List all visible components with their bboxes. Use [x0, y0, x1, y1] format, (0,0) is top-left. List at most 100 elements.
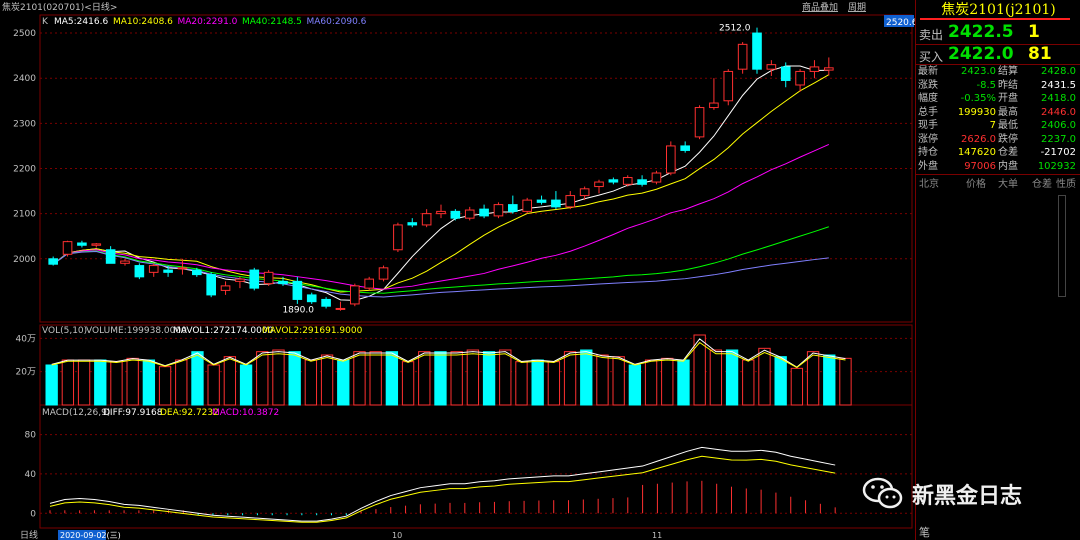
stat-value: 2423.0	[961, 66, 996, 77]
tick-tabs[interactable]: 北京 价格 大单 仓差 性质	[916, 175, 1080, 190]
candle-body	[436, 210, 446, 215]
volume-bar	[385, 351, 399, 406]
volume-bar	[742, 359, 755, 406]
candle-body	[263, 271, 274, 285]
stat-value: 2418.0	[1041, 93, 1076, 104]
stat-key: 涨停	[918, 133, 938, 145]
header-title: 焦炭2101(020701)<日线>	[2, 1, 117, 13]
sell-row: 卖出 2422.5 1	[916, 22, 1080, 46]
stat-value: -21702	[1040, 147, 1076, 158]
volume-bar	[774, 356, 787, 406]
candle-body	[177, 267, 188, 270]
stat-10: 涨停 2626.0	[918, 133, 996, 147]
current-price-label: 2520.6	[886, 18, 915, 28]
stat-key: 最新	[918, 66, 938, 77]
candle-body	[105, 249, 116, 264]
stat-6: 总手 199930	[918, 106, 996, 120]
volume-bar	[207, 364, 220, 406]
stat-key: 外盘	[918, 160, 938, 172]
candle-body	[148, 265, 159, 273]
price-tick: 2400	[13, 74, 36, 84]
buy-volume: 81	[1028, 44, 1052, 64]
candle-body	[709, 102, 719, 109]
stat-key: 昨结	[998, 79, 1018, 91]
month-tick: 10	[392, 531, 402, 540]
stat-value: 7	[989, 120, 996, 131]
stat-value: 2446.0	[1041, 106, 1076, 118]
stat-value: -0.35%	[960, 93, 996, 104]
volume-bar	[401, 361, 415, 406]
tab-location[interactable]: 北京	[919, 175, 939, 190]
candle-body	[809, 66, 820, 72]
volume-bar	[418, 351, 431, 406]
candle-body	[134, 265, 145, 278]
macd-diff: DIFF:97.9168	[103, 408, 163, 418]
ma-line	[52, 226, 829, 294]
stat-value: 2431.5	[1041, 79, 1076, 91]
stat-key: 结算	[998, 66, 1018, 77]
candle-body	[522, 199, 532, 212]
chart-area[interactable]: 焦炭2101(020701)<日线> 商品叠加 周期 2520.6 K MA5:2416.…	[0, 0, 915, 540]
stat-1: 结算 2428.0	[998, 65, 1076, 79]
stat-13: 仓差 -21702	[998, 146, 1076, 160]
buy-label: 买入	[919, 50, 944, 64]
macd-tick: 0	[30, 509, 36, 519]
watermark: 新黑金日志	[862, 474, 1062, 514]
sell-label: 卖出	[919, 28, 944, 42]
candle-body	[48, 258, 58, 265]
tab-position-diff[interactable]: 仓差	[1032, 175, 1052, 190]
stat-key: 涨跌	[918, 79, 938, 91]
scrollbar[interactable]	[1058, 195, 1066, 297]
tab-big-order[interactable]: 大单	[998, 175, 1018, 190]
stat-12: 持仓 147620	[918, 146, 996, 160]
stat-key: 内盘	[998, 160, 1018, 172]
candle-body	[666, 145, 676, 174]
volume-bar	[175, 359, 188, 406]
volume-bar	[644, 359, 658, 406]
candle-body	[694, 107, 705, 138]
stat-key: 持仓	[918, 147, 938, 158]
wechat-icon	[862, 477, 903, 509]
stat-value: 2626.0	[961, 133, 996, 145]
candle-body	[795, 70, 805, 86]
stat-key: 开盘	[998, 93, 1018, 104]
volume-bar	[823, 354, 836, 406]
stat-4: 幅度 -0.35%	[918, 92, 996, 106]
volume-bar	[77, 359, 91, 406]
price-tick: 2300	[13, 119, 36, 129]
volume-bar	[515, 361, 528, 406]
candle-body	[292, 280, 303, 300]
candle-body	[622, 177, 633, 185]
volume-bar	[239, 364, 253, 406]
candle-body	[479, 208, 489, 217]
volume-bar	[806, 351, 820, 406]
volume-bar	[94, 359, 107, 406]
volume-bar	[499, 349, 512, 406]
candle-body	[508, 204, 518, 212]
volume-bar	[466, 349, 480, 406]
candle-body	[278, 280, 288, 285]
watermark-text: 新黑金日志	[912, 484, 1023, 509]
candle-body	[235, 278, 245, 282]
candle-body	[824, 67, 834, 71]
tab-nature[interactable]: 性质	[1056, 175, 1076, 190]
volume-bar	[709, 349, 723, 406]
macd-tick: 80	[25, 431, 37, 441]
candle-body	[551, 199, 561, 208]
candle-body	[378, 267, 389, 280]
volume-bar	[142, 359, 156, 406]
stat-value: 2428.0	[1041, 66, 1076, 77]
tab-price[interactable]: 价格	[966, 175, 986, 190]
stat-key: 最低	[998, 120, 1018, 131]
period-tab: 日线	[20, 529, 38, 540]
volume-bar	[450, 351, 463, 406]
candle-body	[766, 64, 777, 70]
candle-body	[249, 269, 260, 289]
candle-body	[192, 269, 202, 276]
candle-body	[579, 188, 590, 197]
stat-3: 昨结 2431.5	[998, 79, 1076, 93]
stat-2: 涨跌 -8.5	[918, 79, 996, 93]
candle-body	[464, 209, 475, 219]
overlay-link: 商品叠加	[802, 1, 838, 13]
candle-body	[335, 307, 346, 310]
